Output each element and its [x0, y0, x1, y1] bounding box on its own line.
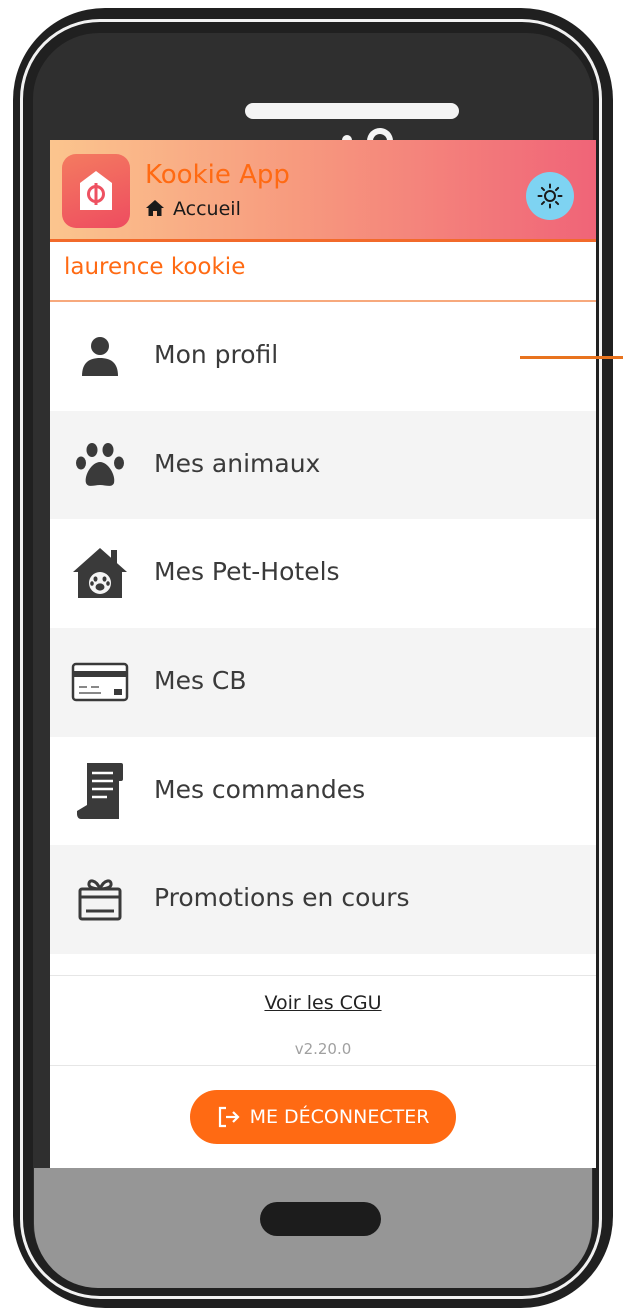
- app-header: Kookie App Accueil: [50, 140, 596, 240]
- menu-item-label: Promotions en cours: [154, 883, 410, 913]
- menu-item-label: Mes CB: [154, 666, 247, 696]
- app-screen: Kookie App Accueil laurence kookie Mon p…: [50, 140, 596, 1168]
- credit-card-icon: [68, 654, 132, 710]
- footer-divider: [50, 975, 596, 976]
- receipt-icon: [68, 762, 132, 819]
- menu-item-animals[interactable]: Mes animaux: [50, 410, 596, 520]
- app-version: v2.20.0: [294, 1040, 352, 1058]
- app-logo: [62, 154, 130, 228]
- menu-item-label: Mes Pet-Hotels: [154, 557, 340, 587]
- sun-icon: [537, 183, 563, 209]
- breadcrumb-label: Accueil: [173, 198, 241, 220]
- cgu-link[interactable]: Voir les CGU: [50, 992, 596, 1014]
- phone-speaker: [245, 103, 459, 119]
- breadcrumb[interactable]: Accueil: [145, 198, 241, 220]
- user-name: laurence kookie: [64, 254, 246, 280]
- gift-icon: [68, 871, 132, 927]
- theme-toggle-button[interactable]: [526, 172, 574, 220]
- logout-label: ME DÉCONNECTER: [249, 1106, 430, 1128]
- menu-item-label: Mon profil: [154, 340, 279, 369]
- footer-divider-bottom: [50, 1065, 596, 1066]
- menu-item-pet-hotels[interactable]: Mes Pet-Hotels: [50, 519, 596, 628]
- app-title: Kookie App: [145, 160, 290, 190]
- menu-item-cards[interactable]: Mes CB: [50, 628, 596, 737]
- menu-item-profile[interactable]: Mon profil: [50, 302, 596, 411]
- menu-item-promotions[interactable]: Promotions en cours: [50, 845, 596, 955]
- callout-line: [520, 356, 623, 359]
- logout-icon: [218, 1106, 240, 1128]
- phone-home-button[interactable]: [260, 1202, 381, 1236]
- logout-button[interactable]: ME DÉCONNECTER: [190, 1090, 456, 1144]
- menu-item-orders[interactable]: Mes commandes: [50, 737, 596, 846]
- side-menu: Mon profil Mes animaux Mes Pet-Hotels Me…: [50, 302, 596, 955]
- paw-icon: [68, 437, 132, 493]
- menu-item-label: Mes commandes: [154, 774, 366, 804]
- menu-item-label: Mes animaux: [154, 448, 321, 478]
- pet-house-icon: [68, 545, 132, 601]
- header-divider: [50, 239, 596, 242]
- home-icon: [146, 200, 164, 216]
- user-icon: [68, 328, 132, 384]
- app-logo-icon: [80, 171, 112, 210]
